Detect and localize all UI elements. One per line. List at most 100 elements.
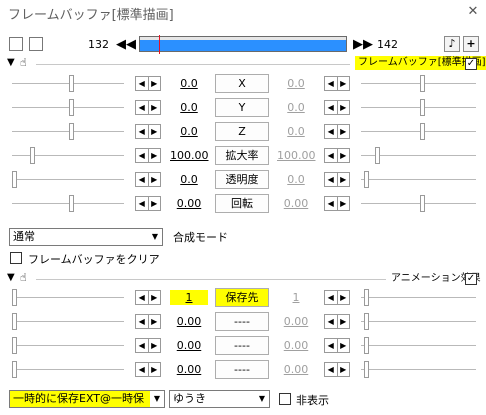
slider-thumb-left[interactable] — [12, 361, 17, 378]
arrow-left-icon[interactable]: ◀ — [325, 173, 338, 186]
param-label-button[interactable]: 拡大率 — [215, 146, 269, 165]
arrow-left-icon[interactable]: ◀ — [325, 291, 338, 304]
arrow-right-icon[interactable]: ▶ — [338, 197, 350, 210]
effect2-enable-checkbox[interactable]: ✓ — [465, 273, 477, 285]
arrow-right-icon[interactable]: ▶ — [338, 339, 350, 352]
param-value-start[interactable]: 100.00 — [170, 148, 209, 163]
arrow-right-icon[interactable]: ▶ — [338, 125, 350, 138]
clear-buffer-checkbox[interactable] — [10, 252, 22, 264]
stepper-right[interactable]: ◀ ▶ — [324, 362, 350, 377]
slider-thumb-right[interactable] — [420, 123, 425, 140]
param-label-button[interactable]: 透明度 — [215, 170, 269, 189]
effect1-enable-checkbox[interactable]: ✓ — [465, 58, 477, 70]
stepper-left[interactable]: ◀ ▶ — [135, 148, 161, 163]
slider-thumb-left[interactable] — [12, 171, 17, 188]
arrow-right-icon[interactable]: ▶ — [149, 291, 161, 304]
stepper-right[interactable]: ◀ ▶ — [324, 148, 350, 163]
slider-track-right[interactable] — [361, 179, 476, 181]
arrow-left-icon[interactable]: ◀ — [136, 291, 149, 304]
slider-track-left[interactable] — [12, 345, 124, 347]
slider-track-right[interactable] — [361, 297, 476, 299]
arrow-left-icon[interactable]: ◀ — [325, 363, 338, 376]
arrow-right-icon[interactable]: ▶ — [338, 363, 350, 376]
hand-icon[interactable]: ☝ — [20, 272, 27, 284]
slider-track-right[interactable] — [361, 203, 476, 205]
slider-track-right[interactable] — [361, 345, 476, 347]
param-label-button[interactable]: Y — [215, 98, 269, 117]
arrow-right-icon[interactable]: ▶ — [149, 149, 161, 162]
slider-thumb-right[interactable] — [364, 361, 369, 378]
param-label-button[interactable]: ---- — [215, 312, 269, 331]
arrow-left-icon[interactable]: ◀ — [325, 315, 338, 328]
stepper-right[interactable]: ◀ ▶ — [324, 172, 350, 187]
slider-thumb-left[interactable] — [12, 289, 17, 306]
param-value-start[interactable]: 0.00 — [170, 314, 208, 329]
slider-track-left[interactable] — [12, 83, 124, 85]
collapse-triangle-icon[interactable]: ▼ — [7, 272, 15, 284]
slider-track-left[interactable] — [12, 131, 124, 133]
arrow-left-icon[interactable]: ◀ — [136, 315, 149, 328]
param-value-start[interactable]: 0.0 — [170, 76, 208, 91]
close-button[interactable]: ✕ — [463, 3, 483, 21]
arrow-left-icon[interactable]: ◀ — [136, 363, 149, 376]
param-value-start[interactable]: 0.0 — [170, 172, 208, 187]
param-value-end[interactable]: 0.0 — [277, 76, 315, 91]
arrow-right-icon[interactable]: ▶ — [338, 77, 350, 90]
stepper-left[interactable]: ◀ ▶ — [135, 76, 161, 91]
skip-back-icon[interactable]: ◀◀ — [116, 38, 136, 52]
arrow-right-icon[interactable]: ▶ — [149, 77, 161, 90]
arrow-right-icon[interactable]: ▶ — [338, 315, 350, 328]
arrow-right-icon[interactable]: ▶ — [338, 149, 350, 162]
slider-track-left[interactable] — [12, 369, 124, 371]
arrow-right-icon[interactable]: ▶ — [338, 173, 350, 186]
param-value-start[interactable]: 0.00 — [170, 196, 208, 211]
slider-track-right[interactable] — [361, 131, 476, 133]
slider-thumb-right[interactable] — [420, 99, 425, 116]
slider-track-left[interactable] — [12, 321, 124, 323]
stepper-left[interactable]: ◀ ▶ — [135, 290, 161, 305]
author-select[interactable]: ゆうき ▼ — [169, 390, 270, 408]
param-label-button[interactable]: ---- — [215, 360, 269, 379]
slider-track-left[interactable] — [12, 155, 124, 157]
slider-thumb-left[interactable] — [12, 337, 17, 354]
param-value-start[interactable]: 0.0 — [170, 100, 208, 115]
slider-thumb-right[interactable] — [420, 195, 425, 212]
slider-thumb-right[interactable] — [364, 337, 369, 354]
param-value-end[interactable]: 0.00 — [277, 314, 315, 329]
param-value-start[interactable]: 0.00 — [170, 338, 208, 353]
stepper-right[interactable]: ◀ ▶ — [324, 196, 350, 211]
slider-thumb-left[interactable] — [69, 195, 74, 212]
arrow-left-icon[interactable]: ◀ — [136, 339, 149, 352]
collapse-triangle-icon[interactable]: ▼ — [7, 57, 15, 69]
arrow-left-icon[interactable]: ◀ — [325, 125, 338, 138]
arrow-right-icon[interactable]: ▶ — [149, 125, 161, 138]
stepper-right[interactable]: ◀ ▶ — [324, 338, 350, 353]
arrow-left-icon[interactable]: ◀ — [136, 197, 149, 210]
param-value-end[interactable]: 1 — [277, 290, 315, 305]
stepper-left[interactable]: ◀ ▶ — [135, 124, 161, 139]
arrow-right-icon[interactable]: ▶ — [149, 315, 161, 328]
arrow-right-icon[interactable]: ▶ — [338, 101, 350, 114]
sound-button[interactable]: ♪ — [444, 36, 460, 52]
slider-track-right[interactable] — [361, 83, 476, 85]
timeline-bar[interactable] — [139, 35, 347, 54]
arrow-right-icon[interactable]: ▶ — [149, 173, 161, 186]
blend-mode-select[interactable]: 通常 ▼ — [9, 228, 163, 246]
slider-track-left[interactable] — [12, 179, 124, 181]
script-select[interactable]: 一時的に保存EXT@一時保 ▼ — [9, 390, 165, 408]
arrow-right-icon[interactable]: ▶ — [149, 101, 161, 114]
stepper-left[interactable]: ◀ ▶ — [135, 172, 161, 187]
arrow-left-icon[interactable]: ◀ — [325, 101, 338, 114]
skip-forward-icon[interactable]: ▶▶ — [353, 38, 373, 52]
arrow-left-icon[interactable]: ◀ — [325, 339, 338, 352]
stepper-left[interactable]: ◀ ▶ — [135, 362, 161, 377]
arrow-left-icon[interactable]: ◀ — [136, 77, 149, 90]
slider-thumb-left[interactable] — [69, 75, 74, 92]
stepper-right[interactable]: ◀ ▶ — [324, 314, 350, 329]
hide-checkbox[interactable] — [279, 393, 291, 405]
hand-icon[interactable]: ☝ — [20, 57, 27, 69]
param-label-button[interactable]: 回転 — [215, 194, 269, 213]
arrow-left-icon[interactable]: ◀ — [136, 125, 149, 138]
slider-thumb-left[interactable] — [69, 99, 74, 116]
arrow-right-icon[interactable]: ▶ — [149, 339, 161, 352]
